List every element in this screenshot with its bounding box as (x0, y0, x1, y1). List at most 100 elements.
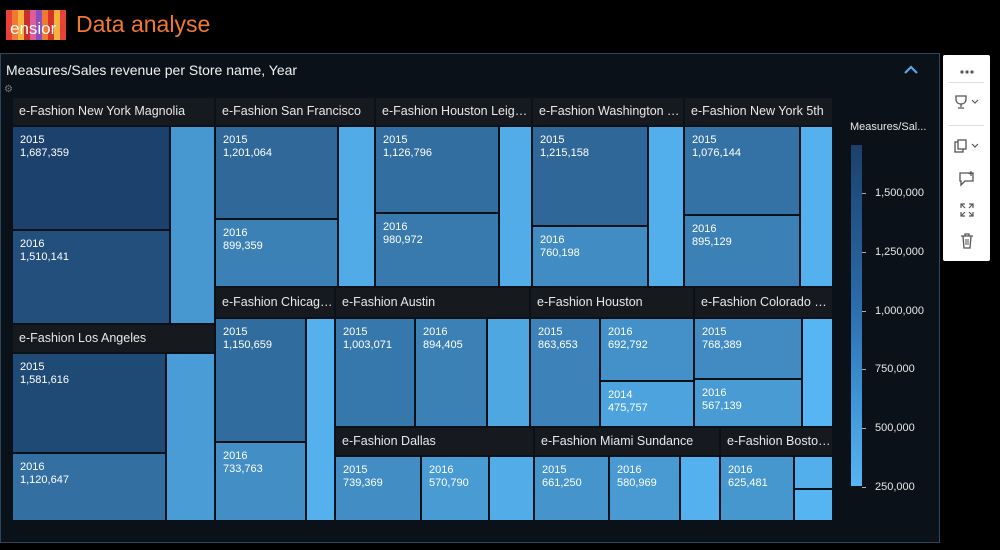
chart-toolbar (943, 55, 990, 261)
store-header: e-Fashion Colorado Sp... (694, 287, 833, 318)
treemap-cell[interactable] (794, 456, 833, 489)
cell-year-label: 2015 (20, 134, 45, 146)
cell-value-label: 739,369 (343, 477, 383, 489)
cell-year-label: 2016 (20, 238, 45, 250)
legend-tick-mark (862, 310, 866, 312)
treemap-cell[interactable] (170, 126, 215, 324)
app-logo: ensior (6, 10, 66, 40)
cell-year-label: 2016 (617, 464, 642, 476)
more-icon[interactable] (943, 63, 990, 78)
logo-text: ensior (10, 19, 57, 38)
legend-tick-mark (862, 428, 866, 430)
cell-value-label: 894,405 (423, 339, 463, 351)
legend-tick-label: 250,000 (875, 481, 915, 493)
cell-year-label: 2015 (542, 464, 567, 476)
collapse-chevron-icon[interactable] (904, 62, 918, 78)
cell-year-label: 2016 (20, 461, 45, 473)
treemap-cell[interactable] (306, 318, 335, 521)
legend-tick-label: 1,250,000 (875, 245, 924, 258)
cell-value-label: 1,120,647 (20, 474, 69, 486)
cell-value-label: 980,972 (383, 234, 423, 246)
cell-year-label: 2015 (343, 326, 368, 338)
panel-title: Measures/Sales revenue per Store name, Y… (6, 62, 298, 78)
store-header: e-Fashion New York Magnolia (12, 97, 215, 126)
treemap-cell[interactable] (487, 318, 530, 427)
treemap-cell[interactable] (648, 126, 684, 287)
cell-year-label: 2015 (692, 134, 717, 146)
cell-year-label: 2016 (423, 326, 448, 338)
cell-value-label: 768,389 (702, 339, 742, 351)
cell-year-label: 2016 (540, 234, 565, 246)
treemap-cell[interactable] (166, 353, 215, 521)
store-header: e-Fashion Washington To... (532, 97, 684, 126)
treemap-cell[interactable] (794, 489, 833, 521)
cell-year-label: 2014 (608, 389, 633, 401)
cell-value-label: 863,653 (538, 339, 578, 351)
cell-value-label: 1,076,144 (692, 147, 741, 159)
legend-tick-mark (862, 193, 866, 195)
store-header: e-Fashion New York 5th (684, 97, 833, 126)
treemap-cell[interactable] (489, 456, 534, 521)
treemap-cell[interactable] (680, 456, 720, 521)
trophy-icon[interactable] (943, 95, 990, 112)
legend-color-scale (851, 145, 862, 486)
store-header: e-Fashion Los Angeles (12, 324, 215, 353)
comment-icon[interactable] (943, 171, 990, 190)
logo-stripe (60, 10, 66, 40)
toolbar-divider (949, 125, 984, 126)
legend-tick-label: 1,000,000 (875, 304, 924, 317)
cell-value-label: 570,790 (429, 477, 469, 489)
store-header: e-Fashion Boston... (720, 427, 833, 456)
store-header: e-Fashion Houston (530, 287, 694, 318)
copy-icon[interactable] (943, 139, 990, 156)
legend-tick-mark (862, 251, 866, 253)
cell-year-label: 2015 (223, 326, 248, 338)
store-header: e-Fashion Dallas (335, 427, 534, 456)
cell-year-label: 2015 (223, 134, 248, 146)
toolbar-divider (949, 82, 984, 83)
legend-tick-mark (862, 487, 866, 488)
treemap-cell[interactable] (800, 126, 833, 287)
legend-title: Measures/Sal... (850, 121, 927, 133)
cell-value-label: 1,215,158 (540, 147, 589, 159)
cell-value-label: 733,763 (223, 463, 263, 475)
cell-year-label: 2015 (702, 326, 727, 338)
cell-value-label: 1,201,064 (223, 147, 272, 159)
legend-tick-label: 750,000 (875, 363, 915, 376)
store-header: e-Fashion Chicago ... (215, 287, 335, 318)
app-title: Data analyse (76, 11, 211, 37)
legend-tick-mark (862, 369, 866, 371)
treemap-cell[interactable] (499, 126, 532, 287)
cell-year-label: 2015 (538, 326, 563, 338)
store-header: e-Fashion Houston Leight... (375, 97, 532, 126)
legend-tick-label: 500,000 (875, 422, 915, 435)
cell-year-label: 2015 (540, 134, 565, 146)
treemap-cell[interactable] (338, 126, 375, 287)
settings-gear-icon[interactable]: ⚙ (4, 84, 13, 95)
cell-value-label: 1,126,796 (383, 147, 432, 159)
cell-year-label: 2015 (20, 361, 45, 373)
cell-year-label: 2016 (383, 221, 408, 233)
cell-value-label: 895,129 (692, 236, 732, 248)
trash-icon[interactable] (943, 233, 990, 252)
treemap-chart: 2015 1,687,359 2016 1,510,141 e-Fashion New … (12, 97, 833, 521)
cell-year-label: 2016 (692, 223, 717, 235)
cell-value-label: 567,139 (702, 400, 742, 412)
cell-value-label: 1,581,616 (20, 374, 69, 386)
cell-value-label: 760,198 (540, 247, 580, 259)
legend-tick-label: 1,500,000 (875, 187, 924, 200)
cell-year-label: 2016 (429, 464, 454, 476)
cell-value-label: 899,359 (223, 240, 263, 252)
cell-year-label: 2016 (608, 326, 633, 338)
treemap-cell[interactable] (802, 318, 833, 427)
cell-year-label: 2016 (223, 227, 248, 239)
cell-year-label: 2016 (728, 464, 753, 476)
expand-icon[interactable] (943, 203, 990, 220)
store-header: e-Fashion Austin (335, 287, 530, 318)
cell-year-label: 2016 (223, 450, 248, 462)
cell-value-label: 625,481 (728, 477, 768, 489)
cell-value-label: 1,150,659 (223, 339, 272, 351)
store-header: e-Fashion San Francisco (215, 97, 375, 126)
cell-value-label: 580,969 (617, 477, 657, 489)
store-header: e-Fashion Miami Sundance (534, 427, 720, 456)
